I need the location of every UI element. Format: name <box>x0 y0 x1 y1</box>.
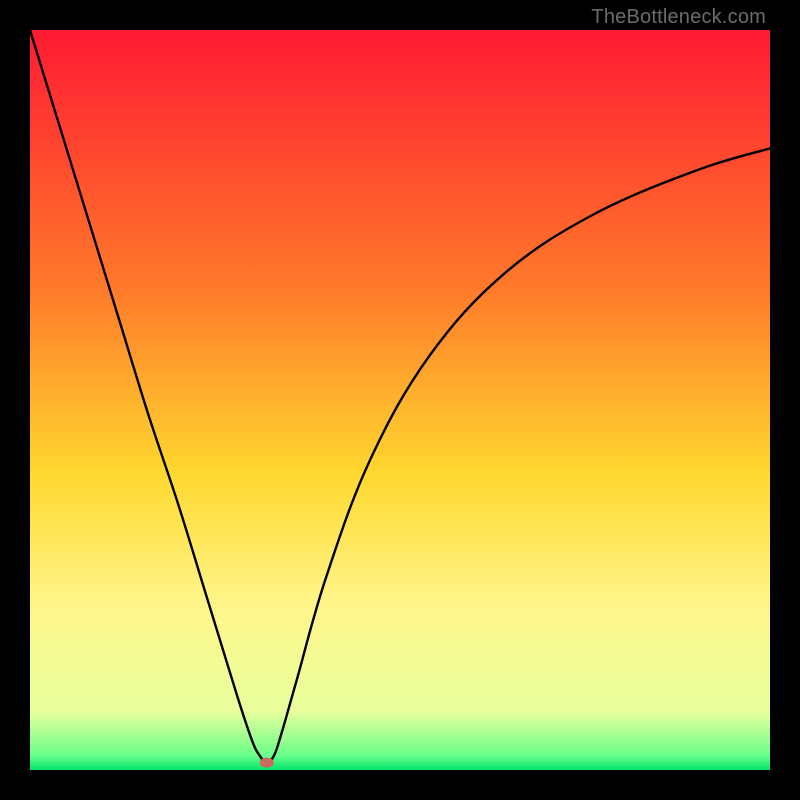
watermark-text: TheBottleneck.com <box>591 6 766 29</box>
bottleneck-curve <box>30 30 770 763</box>
chart-frame: TheBottleneck.com <box>0 0 800 800</box>
curve-layer <box>30 30 770 770</box>
plot-area <box>30 30 770 770</box>
minimum-marker <box>260 758 274 768</box>
